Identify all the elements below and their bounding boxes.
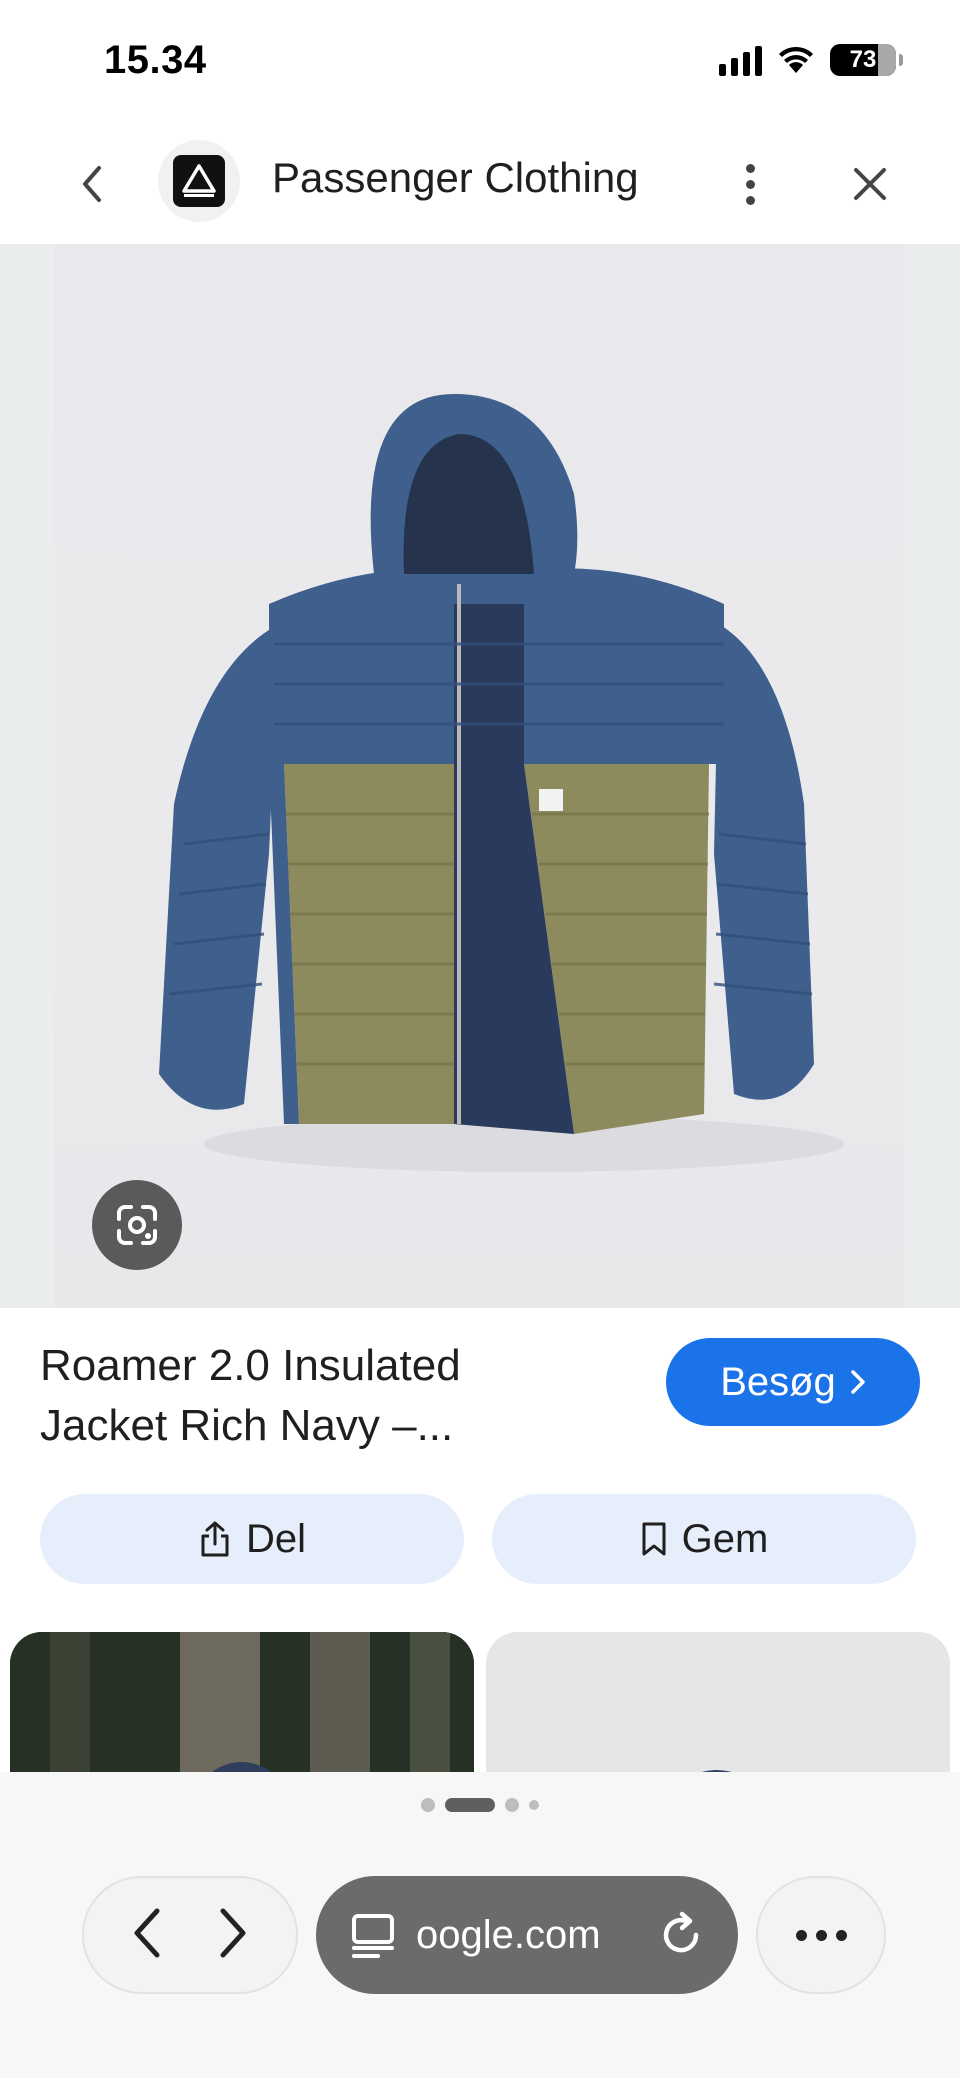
more-horiz-icon[interactable] (756, 1876, 886, 1994)
page-menu-icon (352, 1914, 394, 1958)
product-image-area (0, 244, 960, 1308)
google-lens-icon (117, 1205, 157, 1245)
site-logo[interactable] (158, 140, 240, 222)
page-dot (529, 1800, 539, 1810)
status-time: 15.34 (104, 38, 207, 82)
status-bar: 15.34 73 (0, 0, 960, 128)
site-title[interactable]: Passenger Clothing (272, 154, 639, 202)
save-button[interactable]: Gem (492, 1494, 916, 1584)
bookmark-icon (642, 1522, 666, 1556)
cellular-signal-icon (719, 44, 762, 76)
address-bar[interactable]: oogle.com (316, 1876, 738, 1994)
jacket-illustration (159, 394, 844, 1172)
chevron-left-icon[interactable] (64, 156, 120, 212)
share-button-label: Del (245, 1516, 307, 1561)
related-image-1[interactable] (10, 1632, 474, 1772)
page-dot (421, 1798, 435, 1812)
product-image[interactable] (54, 244, 904, 1308)
product-title[interactable]: Roamer 2.0 Insulated Jacket Rich Navy –.… (40, 1336, 600, 1456)
related-image-2[interactable] (486, 1632, 950, 1772)
page-indicator (0, 1798, 960, 1812)
jacket-photo (486, 1632, 950, 1772)
visit-button[interactable]: Besøg (666, 1338, 920, 1426)
chevron-right-icon (851, 1370, 865, 1394)
google-lens-button[interactable] (92, 1180, 182, 1270)
browser-nav-controls (82, 1876, 298, 1994)
passenger-logo-icon (173, 155, 225, 207)
browser-back-button[interactable] (127, 1903, 167, 1968)
close-icon[interactable] (842, 156, 898, 212)
visit-button-label: Besøg (720, 1359, 836, 1404)
viewer-header: Passenger Clothing (0, 128, 960, 244)
share-button[interactable]: Del (40, 1494, 464, 1584)
browser-bottom-bar: oogle.com (0, 1772, 960, 2078)
page-dot-active (445, 1798, 495, 1812)
chevron-right-icon (220, 1908, 246, 1957)
wifi-icon (779, 46, 813, 73)
share-icon (201, 1521, 229, 1557)
forest-photo (10, 1632, 474, 1772)
status-icons: 73 (719, 44, 903, 76)
reload-icon[interactable] (656, 1910, 706, 1960)
battery-icon: 73 (830, 44, 903, 76)
more-vert-icon[interactable] (730, 156, 770, 212)
related-images (0, 1632, 960, 1772)
browser-forward-button[interactable] (213, 1903, 253, 1968)
page-dot (505, 1798, 519, 1812)
save-button-label: Gem (681, 1516, 769, 1561)
chevron-left-icon (134, 1908, 160, 1957)
battery-level-text: 73 (849, 46, 877, 73)
url-text: oogle.com (416, 1912, 601, 1957)
